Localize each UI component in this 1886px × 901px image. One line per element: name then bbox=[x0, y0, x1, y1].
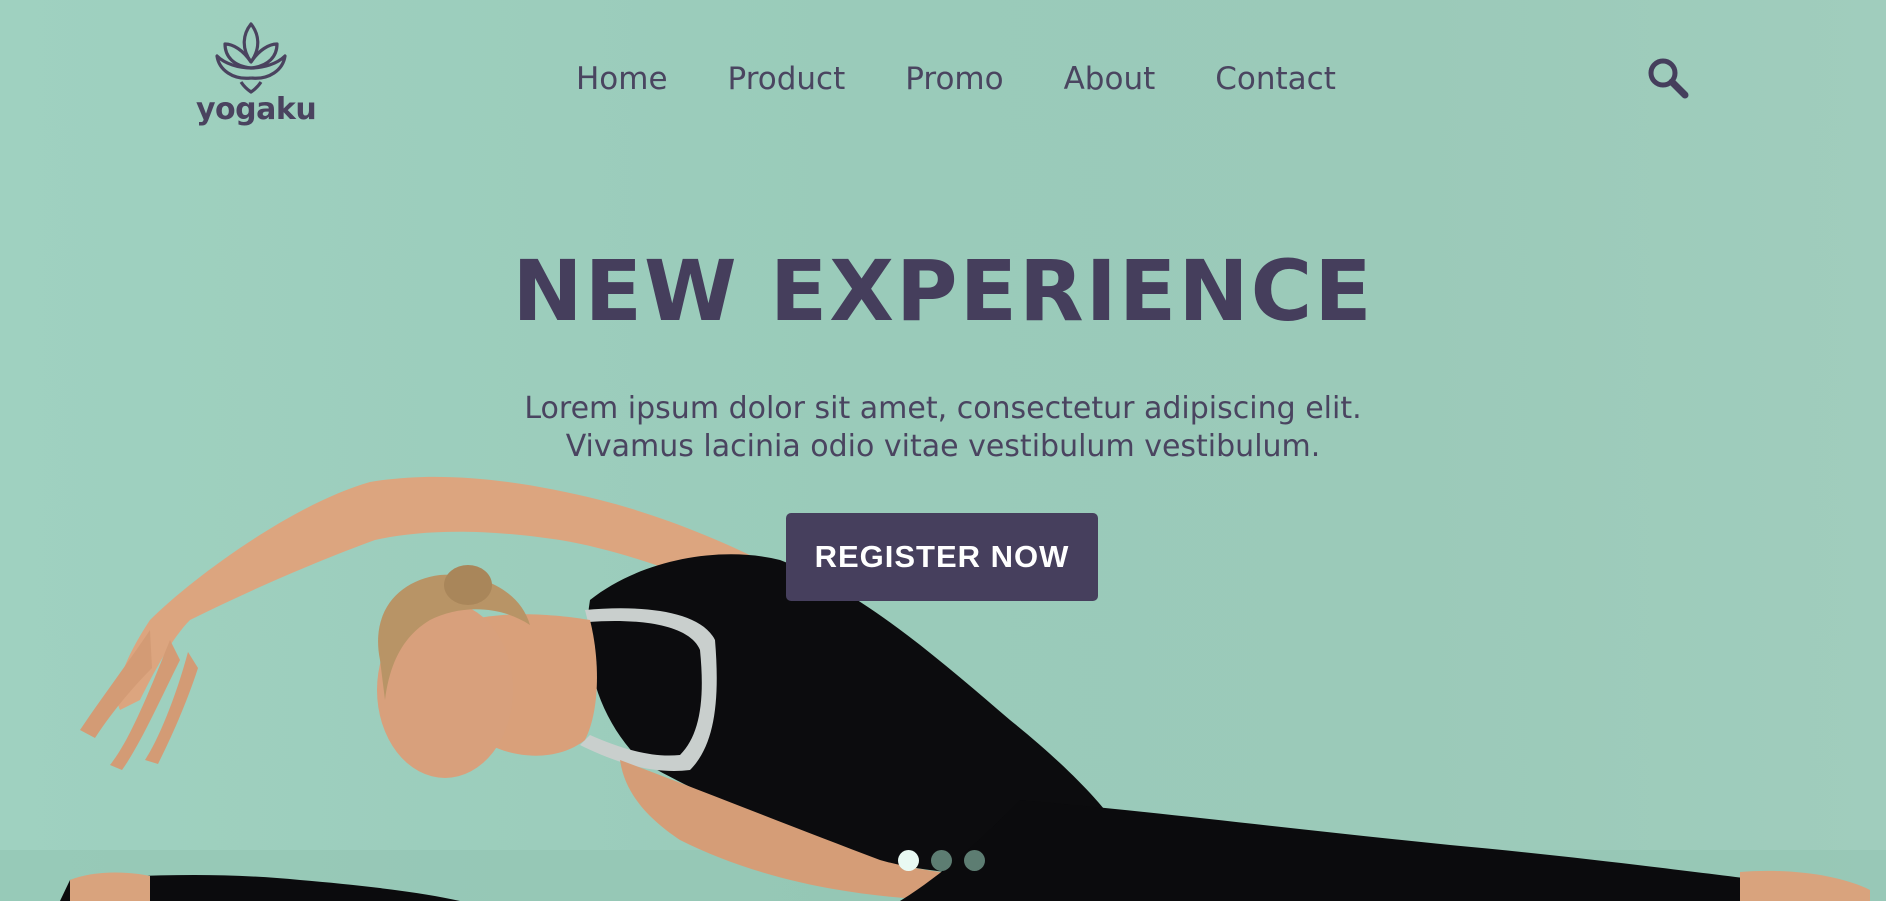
hero-subtext-line-2: Vivamus lacinia odio vitae vestibulum ve… bbox=[565, 429, 1321, 464]
nav-item-product[interactable]: Product bbox=[728, 58, 846, 100]
main-nav: Home Product Promo About Contact bbox=[576, 58, 1336, 100]
hero-subtext: Lorem ipsum dolor sit amet, consectetur … bbox=[0, 390, 1886, 466]
search-icon[interactable] bbox=[1646, 56, 1690, 100]
carousel-dots bbox=[898, 850, 985, 871]
nav-item-promo[interactable]: Promo bbox=[905, 58, 1003, 100]
nav-item-contact[interactable]: Contact bbox=[1215, 58, 1336, 100]
logo[interactable]: yogaku bbox=[196, 18, 317, 136]
hero-subtext-line-1: Lorem ipsum dolor sit amet, consectetur … bbox=[524, 391, 1362, 426]
carousel-dot-3[interactable] bbox=[964, 850, 985, 871]
hero-headline: NEW EXPERIENCE bbox=[512, 242, 1374, 340]
register-now-button[interactable]: REGISTER NOW bbox=[786, 513, 1098, 601]
carousel-dot-2[interactable] bbox=[931, 850, 952, 871]
logo-wordmark: yogaku bbox=[196, 92, 317, 127]
lotus-icon bbox=[215, 22, 287, 94]
carousel-dot-1[interactable] bbox=[898, 850, 919, 871]
nav-item-home[interactable]: Home bbox=[576, 58, 668, 100]
nav-item-about[interactable]: About bbox=[1064, 58, 1156, 100]
